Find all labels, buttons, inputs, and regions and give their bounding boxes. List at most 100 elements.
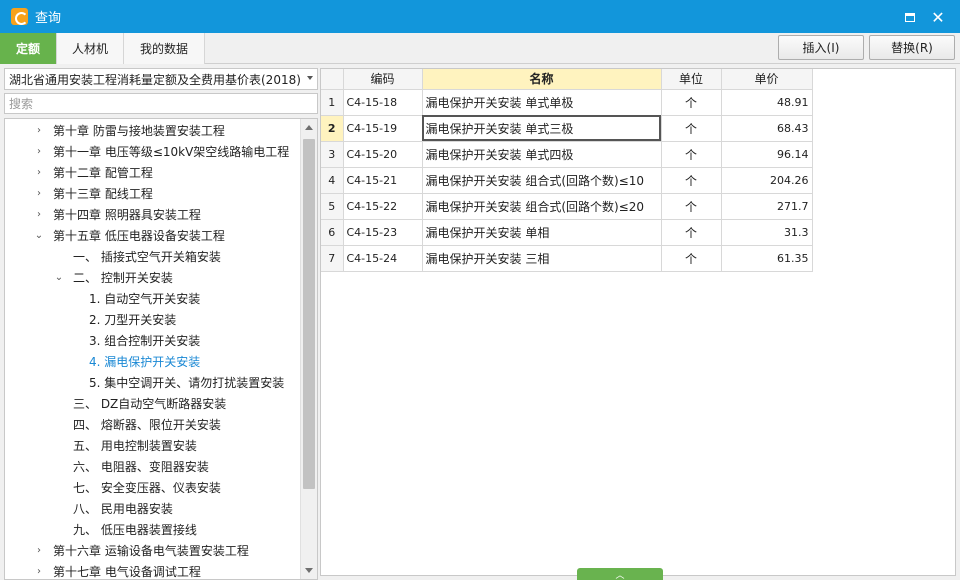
chevron-right-icon[interactable]: ›	[33, 146, 45, 158]
table-row[interactable]: 6 C4-15-23 漏电保护开关安装 单相个 31.3	[321, 219, 813, 246]
tree-item[interactable]: › 第十七章 电气设备调试工程	[33, 561, 201, 579]
tree-scrollbar[interactable]	[300, 119, 317, 579]
insert-button[interactable]: 插入(I)	[778, 35, 864, 60]
name-cell[interactable]: 漏电保护开关安装 组合式(回路个数)≤10	[422, 167, 662, 194]
table-row[interactable]: 3 C4-15-20 漏电保护开关安装 单式四极个 96.14	[321, 141, 813, 168]
code-cell[interactable]: C4-15-22	[343, 193, 423, 220]
tree-item[interactable]: 九、 低压电器装置接线	[53, 519, 197, 540]
table-row[interactable]: 7 C4-15-24 漏电保护开关安装 三相个 61.35	[321, 245, 813, 272]
table-row[interactable]: 4 C4-15-21 漏电保护开关安装 组合式(回路个数)≤10 个 204.26	[321, 167, 813, 194]
row-index[interactable]: 5	[321, 193, 344, 220]
app-logo-icon	[11, 8, 28, 25]
tree-item[interactable]: 五、 用电控制装置安装	[53, 435, 197, 456]
code-cell[interactable]: C4-15-24	[343, 245, 423, 272]
tree-item-label: 3. 组合控制开关安装	[89, 334, 201, 348]
close-icon[interactable]: ✕	[929, 8, 947, 27]
row-index[interactable]: 4	[321, 167, 344, 194]
tab-labor-material-machine[interactable]: 人材机	[57, 33, 124, 64]
chevron-right-icon[interactable]: ›	[33, 545, 45, 557]
tree-item[interactable]: 3. 组合控制开关安装	[69, 330, 200, 351]
maximize-icon[interactable]	[901, 8, 919, 26]
tree-item[interactable]: 三、 DZ自动空气断路器安装	[53, 393, 226, 414]
price-cell[interactable]: 31.3	[721, 219, 813, 246]
tree-item[interactable]: 4. 漏电保护开关安装	[69, 351, 200, 372]
code-cell[interactable]: C4-15-18	[343, 89, 423, 116]
price-cell[interactable]: 96.14	[721, 141, 813, 168]
code-cell[interactable]: C4-15-20	[343, 141, 423, 168]
code-cell[interactable]: C4-15-19	[343, 115, 423, 142]
search-input[interactable]	[4, 93, 318, 114]
table-row[interactable]: 2 C4-15-19 漏电保护开关安装 单式三极个 68.43	[321, 115, 813, 142]
tree-item[interactable]: › 第十章 防雷与接地装置安装工程	[33, 120, 225, 141]
name-cell[interactable]: 漏电保护开关安装 单式三极	[422, 115, 662, 142]
name-cell[interactable]: 漏电保护开关安装 单相	[422, 219, 662, 246]
scroll-up-icon[interactable]	[305, 125, 313, 130]
unit-cell[interactable]: 个	[661, 141, 722, 168]
scroll-down-icon[interactable]	[305, 568, 313, 573]
name-cell[interactable]: 漏电保护开关安装 单式单极	[422, 89, 662, 116]
price-header[interactable]: 单价	[721, 69, 813, 90]
tree-item-label: 2. 刀型开关安装	[89, 313, 177, 327]
tree-item-label: 七、 安全变压器、仪表安装	[73, 481, 221, 495]
price-cell[interactable]: 61.35	[721, 245, 813, 272]
collapse-panel-handle[interactable]: ︿	[577, 568, 663, 580]
tree-item[interactable]: 2. 刀型开关安装	[69, 309, 176, 330]
tab-quota[interactable]: 定额	[0, 33, 57, 64]
tree-item[interactable]: › 第十二章 配管工程	[33, 162, 153, 183]
tree-item[interactable]: 八、 民用电器安装	[53, 498, 173, 519]
quota-grid-panel: 编码 名称 单位 单价 1 C4-15-18 漏电保护开关安装 单式单极个 48.91…	[320, 68, 956, 576]
tree-item[interactable]: › 第十六章 运输设备电气装置安装工程	[33, 540, 249, 561]
chevron-down-icon[interactable]: ⌄	[53, 272, 65, 284]
code-cell[interactable]: C4-15-21	[343, 167, 423, 194]
tree-item[interactable]: › 第十三章 配线工程	[33, 183, 153, 204]
row-index[interactable]: 3	[321, 141, 344, 168]
row-index[interactable]: 6	[321, 219, 344, 246]
tree-item[interactable]: ⌄ 第十五章 低压电器设备安装工程	[33, 225, 225, 246]
tree-item[interactable]: ⌄ 二、 控制开关安装	[53, 267, 173, 288]
code-cell[interactable]: C4-15-23	[343, 219, 423, 246]
price-cell[interactable]: 48.91	[721, 89, 813, 116]
unit-cell[interactable]: 个	[661, 167, 722, 194]
chevron-right-icon[interactable]: ›	[33, 125, 45, 137]
tree-item-label: 第十五章 低压电器设备安装工程	[53, 229, 225, 243]
tree-item[interactable]: 六、 电阻器、变阻器安装	[53, 456, 209, 477]
unit-cell[interactable]: 个	[661, 245, 722, 272]
chevron-down-icon[interactable]: ⌄	[33, 230, 45, 242]
code-header[interactable]: 编码	[343, 69, 423, 90]
table-row[interactable]: 5 C4-15-22 漏电保护开关安装 组合式(回路个数)≤20 个 271.7	[321, 193, 813, 220]
tree-item[interactable]: 一、 插接式空气开关箱安装	[53, 246, 221, 267]
tree-item[interactable]: › 第十四章 照明器具安装工程	[33, 204, 201, 225]
price-cell[interactable]: 271.7	[721, 193, 813, 220]
tree-item-label: 第十二章 配管工程	[53, 166, 153, 180]
row-index[interactable]: 7	[321, 245, 344, 272]
row-index[interactable]: 1	[321, 89, 344, 116]
unit-header[interactable]: 单位	[661, 69, 722, 90]
tree-item-label: 八、 民用电器安装	[73, 502, 173, 516]
scroll-thumb[interactable]	[303, 139, 315, 489]
replace-button[interactable]: 替换(R)	[869, 35, 955, 60]
price-cell[interactable]: 204.26	[721, 167, 813, 194]
name-cell[interactable]: 漏电保护开关安装 三相	[422, 245, 662, 272]
unit-cell[interactable]: 个	[661, 89, 722, 116]
name-header[interactable]: 名称	[422, 69, 662, 90]
tree-item[interactable]: › 第十一章 电压等级≤10kV架空线路输电工程	[33, 141, 289, 162]
row-index[interactable]: 2	[321, 115, 344, 142]
price-cell[interactable]: 68.43	[721, 115, 813, 142]
library-select[interactable]: 湖北省通用安装工程消耗量定额及全费用基价表(2018)	[4, 68, 318, 90]
unit-cell[interactable]: 个	[661, 193, 722, 220]
table-row[interactable]: 1 C4-15-18 漏电保护开关安装 单式单极个 48.91	[321, 89, 813, 116]
unit-cell[interactable]: 个	[661, 115, 722, 142]
tree-item[interactable]: 1. 自动空气开关安装	[69, 288, 200, 309]
tab-my-data[interactable]: 我的数据	[124, 33, 205, 64]
tree-item[interactable]: 四、 熔断器、限位开关安装	[53, 414, 221, 435]
chevron-right-icon[interactable]: ›	[33, 167, 45, 179]
chevron-right-icon[interactable]: ›	[33, 188, 45, 200]
name-cell[interactable]: 漏电保护开关安装 单式四极	[422, 141, 662, 168]
chevron-right-icon[interactable]: ›	[33, 209, 45, 221]
chevron-right-icon[interactable]: ›	[33, 566, 45, 578]
tree-item[interactable]: 5. 集中空调开关、请勿打扰装置安装	[69, 372, 284, 393]
unit-cell[interactable]: 个	[661, 219, 722, 246]
name-cell[interactable]: 漏电保护开关安装 组合式(回路个数)≤20	[422, 193, 662, 220]
tree-item[interactable]: 七、 安全变压器、仪表安装	[53, 477, 221, 498]
